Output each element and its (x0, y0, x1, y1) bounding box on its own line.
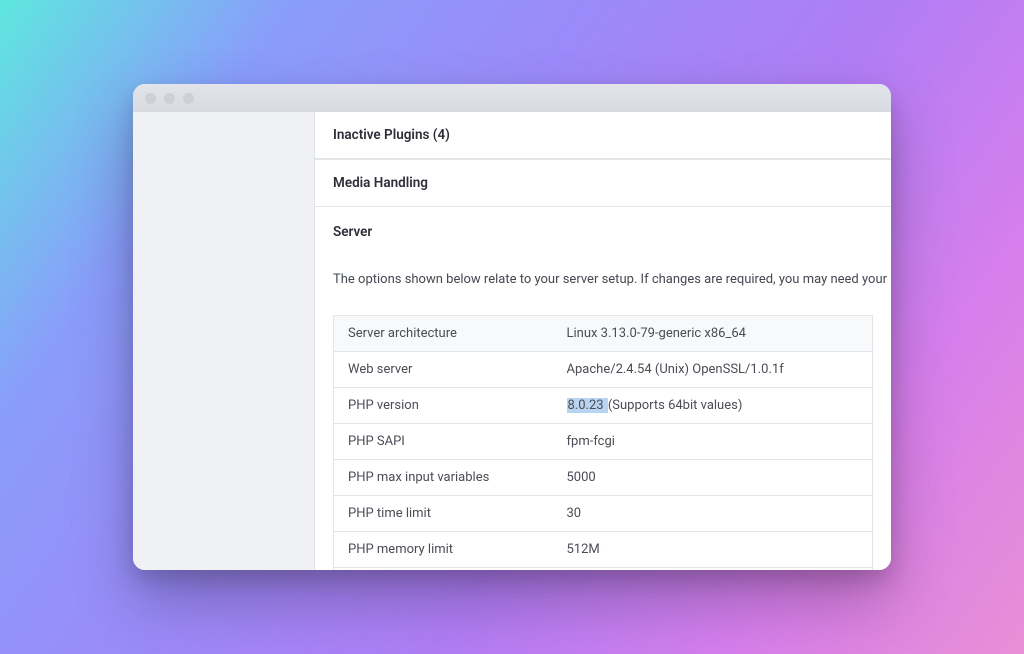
row-value: 5000 (553, 460, 873, 496)
window-body: Inactive Plugins (4) Media Handling Serv… (133, 112, 891, 570)
minimize-icon[interactable] (164, 93, 175, 104)
table-row: Max input time -1 (334, 568, 873, 571)
row-label: Web server (334, 352, 553, 388)
main-content: Inactive Plugins (4) Media Handling Serv… (315, 112, 891, 570)
row-label: PHP memory limit (334, 532, 553, 568)
row-value-rest: (Supports 64bit values) (608, 398, 743, 413)
row-label: PHP max input variables (334, 460, 553, 496)
table-row: Server architecture Linux 3.13.0-79-gene… (334, 316, 873, 352)
server-description: The options shown below relate to your s… (333, 272, 873, 287)
server-title: Server (333, 224, 873, 240)
highlighted-text: 8.0.23 (567, 398, 608, 413)
section-server: Server The options shown below relate to… (315, 207, 891, 315)
row-label: PHP SAPI (334, 424, 553, 460)
section-inactive-plugins[interactable]: Inactive Plugins (4) (315, 112, 891, 159)
row-label: Server architecture (334, 316, 553, 352)
close-icon[interactable] (145, 93, 156, 104)
row-label: Max input time (334, 568, 553, 571)
row-label: PHP time limit (334, 496, 553, 532)
server-table-container: Server architecture Linux 3.13.0-79-gene… (315, 315, 891, 570)
table-row: PHP memory limit 512M (334, 532, 873, 568)
server-info-table: Server architecture Linux 3.13.0-79-gene… (333, 315, 873, 570)
row-value: fpm-fcgi (553, 424, 873, 460)
table-row: Web server Apache/2.4.54 (Unix) OpenSSL/… (334, 352, 873, 388)
row-value: Linux 3.13.0-79-generic x86_64 (553, 316, 873, 352)
table-row: PHP time limit 30 (334, 496, 873, 532)
row-value: -1 (553, 568, 873, 571)
row-value: 30 (553, 496, 873, 532)
table-row: PHP max input variables 5000 (334, 460, 873, 496)
row-value: 8.0.23 (Supports 64bit values) (553, 388, 873, 424)
row-value: Apache/2.4.54 (Unix) OpenSSL/1.0.1f (553, 352, 873, 388)
sidebar (133, 112, 315, 570)
table-row: PHP version 8.0.23 (Supports 64bit value… (334, 388, 873, 424)
section-title: Media Handling (333, 175, 428, 191)
table-row: PHP SAPI fpm-fcgi (334, 424, 873, 460)
row-value: 512M (553, 532, 873, 568)
row-label: PHP version (334, 388, 553, 424)
window-titlebar (133, 84, 891, 112)
maximize-icon[interactable] (183, 93, 194, 104)
section-media-handling[interactable]: Media Handling (315, 159, 891, 207)
application-window: Inactive Plugins (4) Media Handling Serv… (133, 84, 891, 570)
section-title: Inactive Plugins (4) (333, 127, 450, 143)
